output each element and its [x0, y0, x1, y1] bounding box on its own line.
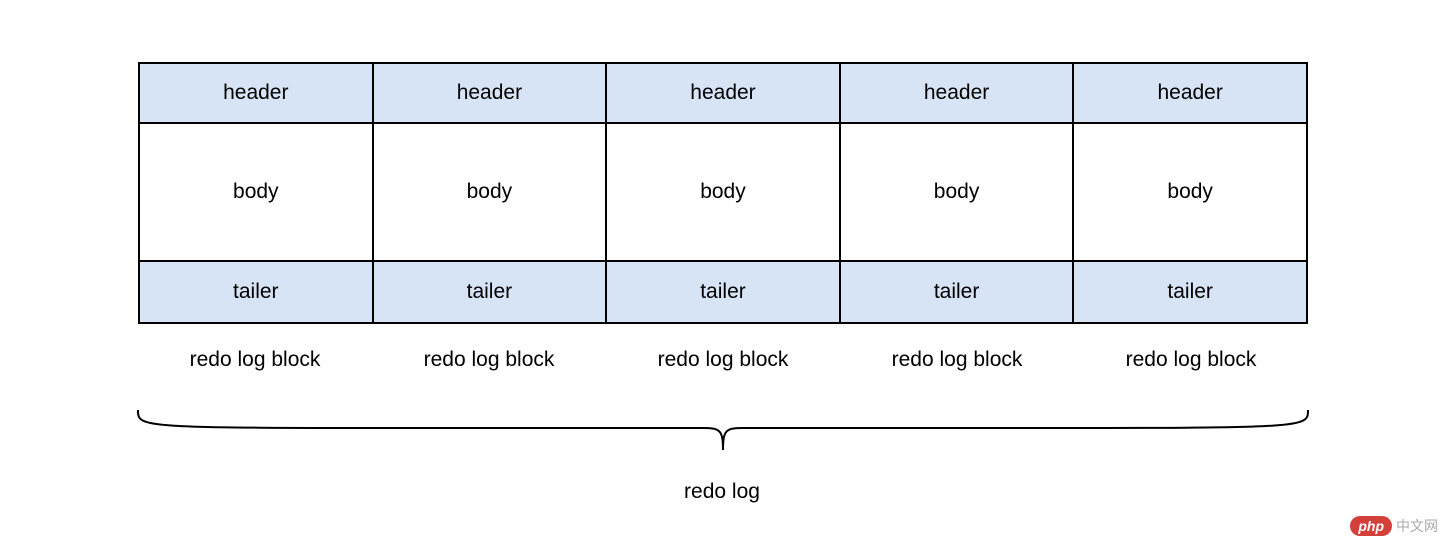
block-label: redo log block	[840, 348, 1074, 372]
block-column: header body tailer	[1074, 64, 1306, 322]
block-column: header body tailer	[374, 64, 608, 322]
block-labels-row: redo log block redo log block redo log b…	[138, 348, 1308, 372]
curly-brace-icon	[128, 408, 1318, 456]
block-label: redo log block	[606, 348, 840, 372]
block-column: header body tailer	[607, 64, 841, 322]
header-cell: header	[140, 64, 372, 124]
tailer-cell: tailer	[374, 262, 606, 322]
body-cell: body	[607, 124, 839, 262]
header-cell: header	[607, 64, 839, 124]
block-column: header body tailer	[140, 64, 374, 322]
block-label: redo log block	[1074, 348, 1308, 372]
tailer-cell: tailer	[1074, 262, 1306, 322]
watermark: php 中文网	[1350, 516, 1438, 536]
redo-log-diagram: header body tailer header body tailer he…	[138, 62, 1308, 372]
block-label: redo log block	[372, 348, 606, 372]
tailer-cell: tailer	[841, 262, 1073, 322]
php-badge-icon: php	[1350, 516, 1392, 536]
header-cell: header	[1074, 64, 1306, 124]
block-table: header body tailer header body tailer he…	[138, 62, 1308, 324]
body-cell: body	[1074, 124, 1306, 262]
body-cell: body	[140, 124, 372, 262]
tailer-cell: tailer	[140, 262, 372, 322]
header-cell: header	[841, 64, 1073, 124]
body-cell: body	[374, 124, 606, 262]
block-label: redo log block	[138, 348, 372, 372]
tailer-cell: tailer	[607, 262, 839, 322]
block-column: header body tailer	[841, 64, 1075, 322]
header-cell: header	[374, 64, 606, 124]
overall-label: redo log	[0, 480, 1444, 504]
body-cell: body	[841, 124, 1073, 262]
watermark-text: 中文网	[1396, 516, 1438, 536]
